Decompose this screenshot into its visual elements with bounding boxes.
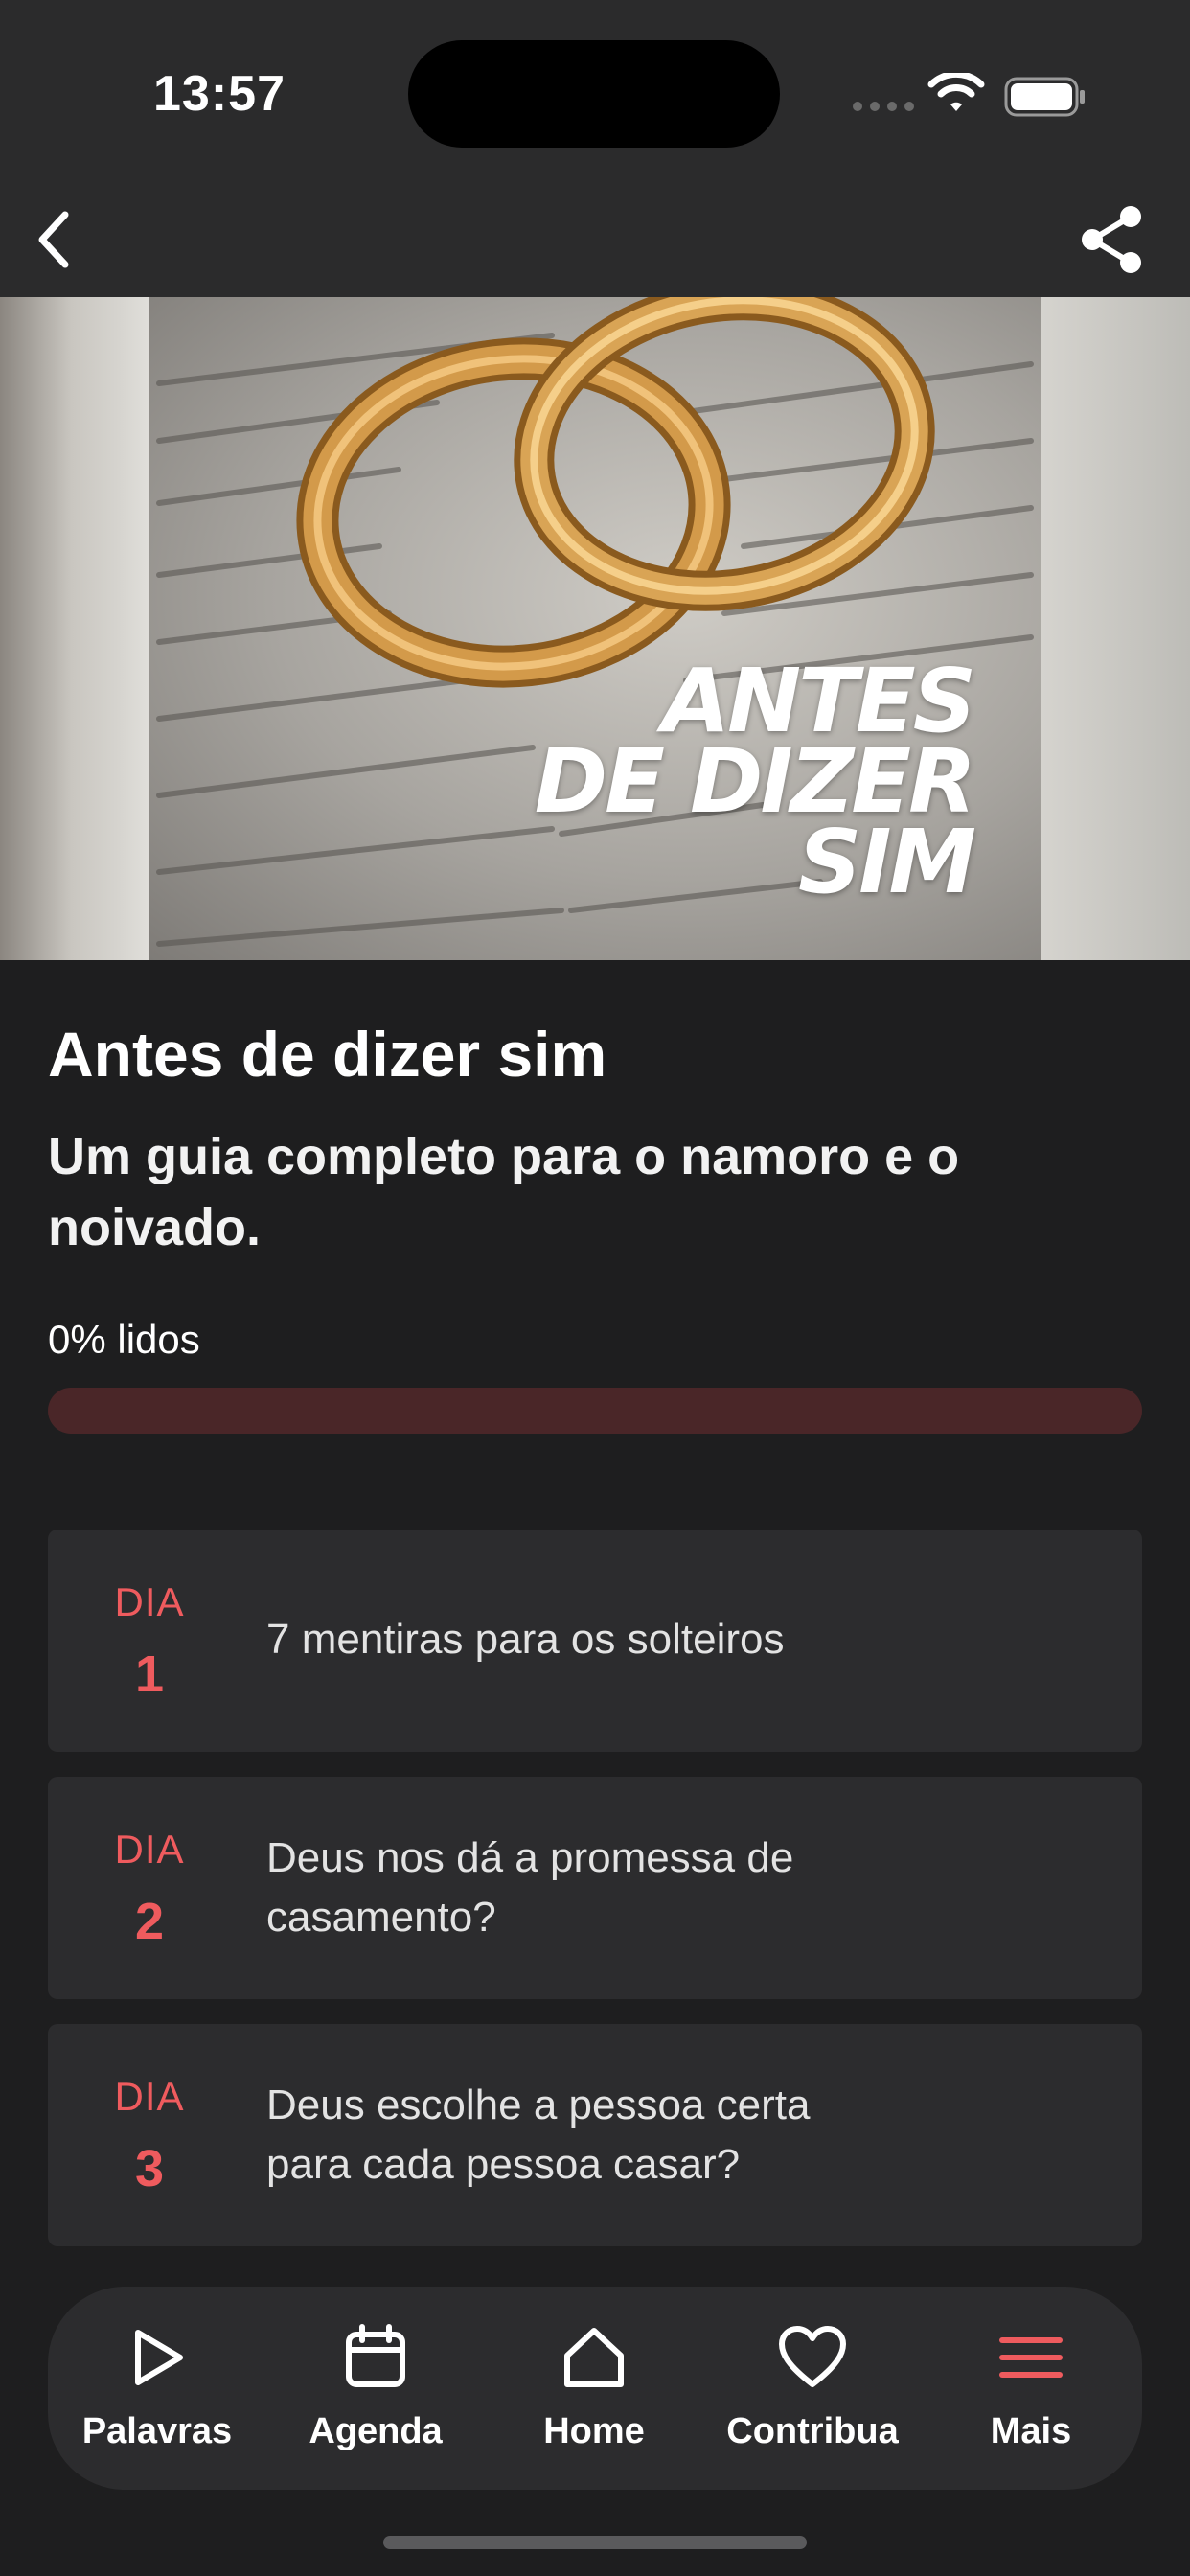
day-label: DIA (114, 1579, 185, 1624)
tab-label: Agenda (309, 2411, 443, 2451)
share-icon[interactable] (1071, 199, 1152, 280)
navigation-bar (0, 182, 1190, 297)
tab-label: Contribua (726, 2411, 899, 2451)
day-title: 7 mentiras para os solteiros (266, 1616, 785, 1663)
home-indicator (383, 2536, 807, 2549)
tab-mais[interactable]: Mais (922, 2287, 1140, 2490)
cover-photo: ANTES DE DIZER SIM (149, 297, 1041, 960)
plan-title: Antes de dizer sim (48, 1019, 607, 1090)
day-number: 1 (134, 1645, 165, 1703)
wifi-icon (927, 73, 985, 111)
progress-label: 0% lidos (48, 1317, 200, 1362)
status-bar: 13:57 (0, 0, 1190, 182)
battery-icon (1004, 77, 1085, 117)
progress-bar (48, 1388, 1142, 1434)
bottom-tab-bar: Palavras Agenda Home Contribua Mais (48, 2287, 1142, 2490)
day-number: 2 (134, 1893, 165, 1950)
plan-subtitle: Um guia completo para o namoro e o noiva… (48, 1128, 960, 1256)
day-card-1[interactable]: DIA 1 7 mentiras para os solteiros (48, 1530, 1142, 1752)
dynamic-island (408, 40, 780, 148)
calendar-icon (346, 2324, 405, 2387)
cellular-signal-icon (853, 102, 914, 111)
plan-cover-image: ANTES DE DIZER SIM (0, 297, 1190, 960)
day-number: 3 (134, 2140, 165, 2197)
status-time: 13:57 (153, 66, 286, 122)
chevron-left-icon[interactable] (19, 201, 96, 278)
home-icon (564, 2328, 624, 2387)
tab-home[interactable]: Home (485, 2287, 703, 2490)
day-label: DIA (114, 2074, 185, 2119)
day-title: Deus nos dá a promessa de casamento? (266, 1834, 794, 1941)
day-title: Deus escolhe a pessoa certa para cada pe… (266, 2082, 811, 2188)
tab-agenda[interactable]: Agenda (266, 2287, 485, 2490)
tab-label: Home (543, 2411, 645, 2451)
tab-palavras[interactable]: Palavras (48, 2287, 266, 2490)
menu-icon (999, 2337, 1063, 2378)
cover-title-text: ANTES DE DIZER SIM (534, 650, 976, 913)
play-icon (135, 2330, 183, 2385)
tab-contribua[interactable]: Contribua (703, 2287, 922, 2490)
tab-label: Mais (990, 2411, 1072, 2451)
tab-label: Palavras (81, 2411, 233, 2451)
heart-icon (779, 2326, 846, 2387)
day-card-3[interactable]: DIA 3 Deus escolhe a pessoa certa para c… (48, 2024, 1142, 2246)
day-label: DIA (114, 1827, 185, 1872)
day-card-2[interactable]: DIA 2 Deus nos dá a promessa de casament… (48, 1777, 1142, 1999)
